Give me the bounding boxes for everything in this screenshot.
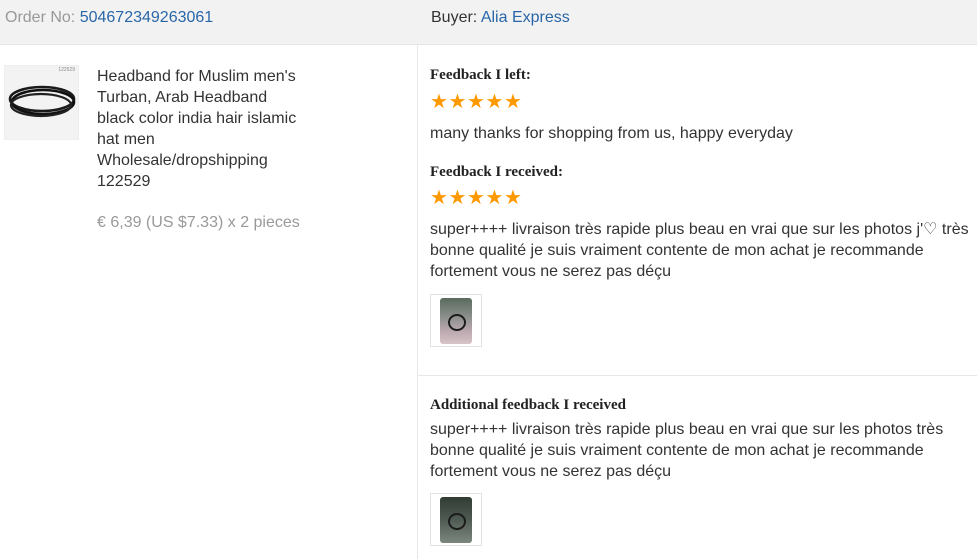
buyer-row: Buyer: Alia Express (431, 9, 570, 27)
product-column: 122529 Headband for Muslim men's Turban,… (0, 45, 418, 559)
buyer-name-link[interactable]: Alia Express (481, 9, 570, 26)
star-icon: ★ (485, 91, 504, 113)
feedback-received-stars: ★★★★★ (430, 187, 523, 209)
order-label: Order No: (5, 9, 76, 26)
star-icon: ★ (448, 187, 467, 209)
order-number-link[interactable]: 504672349263061 (80, 9, 213, 26)
additional-feedback-photo-image (440, 497, 472, 543)
feedback-received-heading: Feedback I received: (430, 164, 564, 180)
feedback-left-text: many thanks for shopping from us, happy … (430, 125, 793, 142)
star-icon: ★ (467, 187, 485, 209)
star-icon: ★ (504, 187, 522, 209)
feedback-photo-image (440, 298, 472, 344)
feedback-photo-thumbnail[interactable] (430, 294, 482, 347)
buyer-label: Buyer: (431, 9, 478, 26)
product-thumbnail[interactable]: 122529 (4, 65, 79, 140)
product-price: € 6,39 (US $7.33) x 2 pieces (97, 214, 300, 231)
star-icon: ★ (448, 91, 467, 113)
star-icon: ★ (467, 91, 485, 113)
feedback-left-stars: ★★★★★ (430, 91, 523, 113)
order-header: Order No: 504672349263061 Buyer: Alia Ex… (0, 0, 977, 45)
star-icon: ★ (485, 187, 504, 209)
order-number-row: Order No: 504672349263061 (5, 9, 213, 27)
headband-image (8, 85, 76, 118)
feedback-column: Feedback I left: ★★★★★ many thanks for s… (418, 45, 977, 559)
star-icon: ★ (430, 91, 448, 113)
feedback-left-heading: Feedback I left: (430, 67, 531, 83)
additional-feedback-heading: Additional feedback I received (430, 397, 626, 413)
star-icon: ★ (430, 187, 448, 209)
feedback-received-text: super++++ livraison très rapide plus bea… (430, 221, 969, 280)
additional-feedback-text: super++++ livraison très rapide plus bea… (430, 421, 944, 480)
section-divider (418, 375, 977, 376)
product-title-link[interactable]: Headband for Muslim men's Turban, Arab H… (97, 66, 307, 192)
additional-feedback-photo-thumbnail[interactable] (430, 493, 482, 546)
star-icon: ★ (504, 91, 522, 113)
